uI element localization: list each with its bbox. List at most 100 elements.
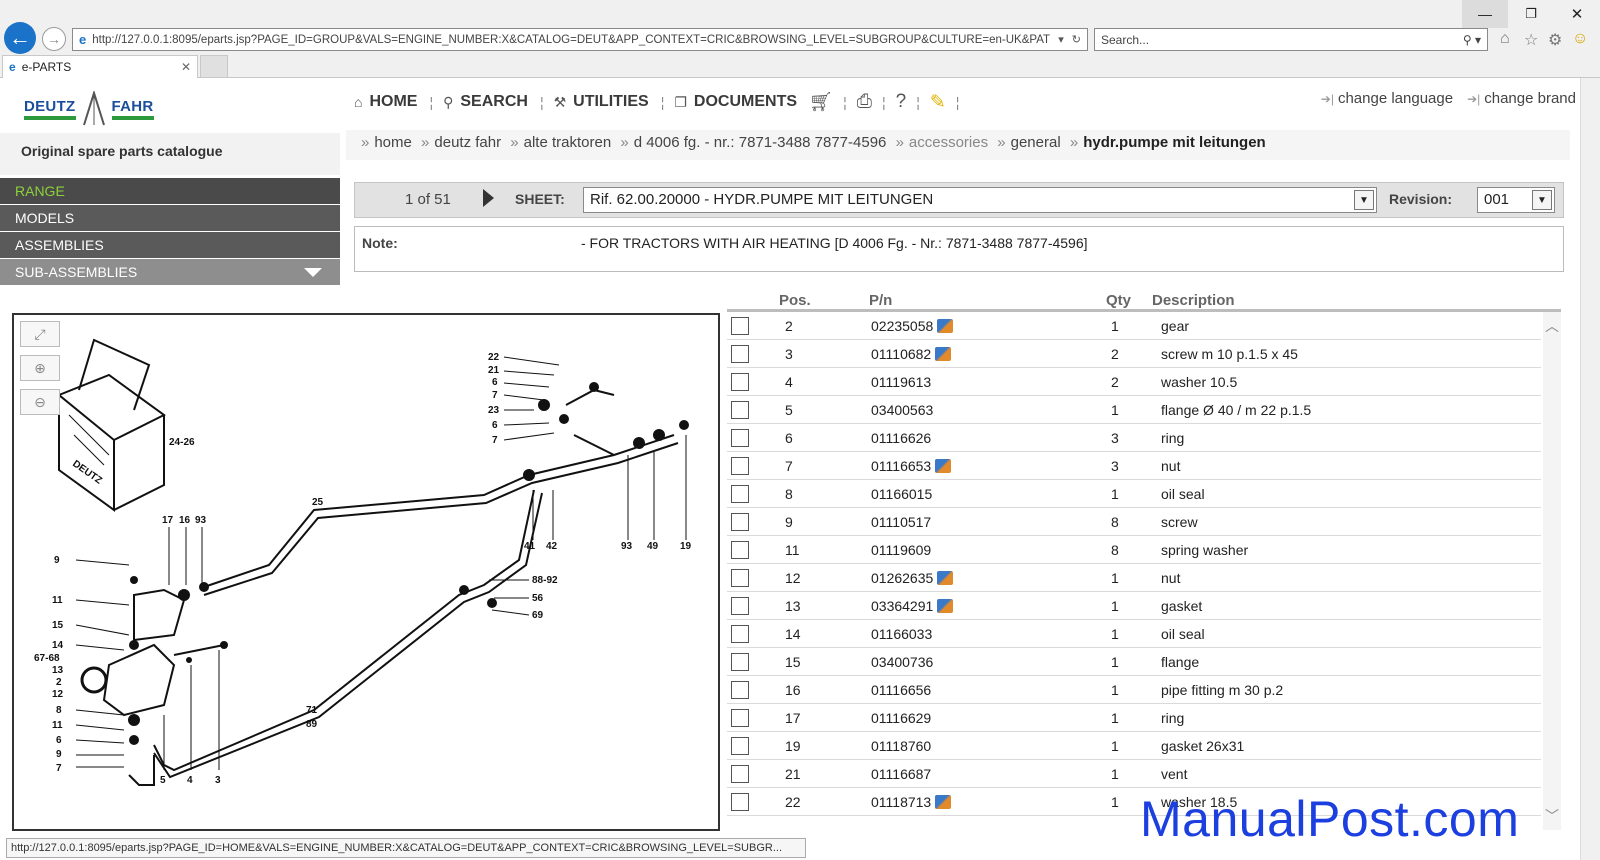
row-checkbox[interactable] [731,737,749,755]
address-bar[interactable]: e http://127.0.0.1:8095/eparts.jsp?PAGE_… [72,28,1088,51]
drawing-callout[interactable]: 6 [492,420,498,431]
chevron-down-icon[interactable]: ▼ [1532,190,1552,210]
browser-tab[interactable]: e e-PARTS ✕ [2,55,198,78]
cell-pn[interactable]: 01116656 [871,682,931,698]
parts-drawing-svg[interactable]: DEUTZ 24-26 22 21 6 7 23 6 7 25 41 42 93… [14,315,718,829]
cell-pn[interactable]: 03364291 [871,598,954,614]
window-restore-button[interactable]: ❐ [1508,0,1554,28]
nav-models[interactable]: MODELS [0,205,340,231]
cell-pn-text[interactable]: 01110682 [871,346,931,362]
row-checkbox[interactable] [731,793,749,811]
table-scrollbar[interactable]: ︿ ﹀ [1543,312,1561,830]
cell-pn[interactable]: 01262635 [871,570,954,586]
drawing-callout[interactable]: 93 [195,515,207,526]
notes-edit-icon[interactable]: ✎ [930,91,946,114]
menu-utilities[interactable]: ⚒ UTILITIES [554,93,649,111]
table-row[interactable]: 13 03364291 1 gasket [727,592,1541,620]
cell-pn[interactable]: 01118760 [871,738,931,754]
table-row[interactable]: 19 01118760 1 gasket 26x31 [727,732,1541,760]
drawing-callout[interactable]: 12 [52,689,64,700]
cell-pn-text[interactable]: 02235058 [871,318,933,334]
drawing-callout[interactable]: 41 [524,541,536,552]
cell-pn-text[interactable]: 01116687 [871,766,931,782]
drawing-callout[interactable]: 17 [162,515,174,526]
cell-pn[interactable]: 01116653 [871,458,952,474]
drawing-callout[interactable]: 11 [52,595,63,606]
row-checkbox[interactable] [731,709,749,727]
cell-pn-text[interactable]: 01119613 [871,374,931,390]
drawing-callout[interactable]: 6 [56,735,62,746]
cart-icon[interactable]: 🛒︎ [809,90,833,114]
drawing-callout[interactable]: 9 [54,555,60,566]
drawing-callout[interactable]: 49 [647,541,659,552]
new-tab-button[interactable] [200,55,228,77]
table-row[interactable]: 14 01166033 1 oil seal [727,620,1541,648]
drawing-callout[interactable]: 56 [532,593,544,604]
row-checkbox[interactable] [731,653,749,671]
home-icon[interactable]: ⌂ [1500,30,1510,48]
fit-page-icon[interactable]: ⤢ [20,321,60,347]
cell-pn[interactable]: 03400736 [871,654,933,670]
drawing-callout[interactable]: 15 [52,620,64,631]
nav-assemblies[interactable]: ASSEMBLIES [0,232,340,258]
crumb-subgroup[interactable]: general [1011,134,1061,151]
cell-pn[interactable]: 01166033 [871,626,932,642]
menu-search[interactable]: ⚲ SEARCH [443,93,528,111]
table-row[interactable]: 6 01116626 3 ring [727,424,1541,452]
row-checkbox[interactable] [731,681,749,699]
help-icon[interactable]: ? [896,91,907,113]
drawing-callout[interactable]: 21 [488,365,500,376]
table-row[interactable]: 7 01116653 3 nut [727,452,1541,480]
table-row[interactable]: 4 01119613 2 washer 10.5 [727,368,1541,396]
row-checkbox[interactable] [731,541,749,559]
row-checkbox[interactable] [731,317,749,335]
cell-pn-text[interactable]: 01119609 [871,542,931,558]
drawing-callout[interactable]: 22 [488,352,500,363]
cell-pn-text[interactable]: 01166015 [871,486,932,502]
cell-pn-text[interactable]: 01110517 [871,514,931,530]
cell-pn-text[interactable]: 03400736 [871,654,933,670]
nav-subassemblies[interactable]: SUB-ASSEMBLIES [0,259,340,285]
row-checkbox[interactable] [731,569,749,587]
forward-button[interactable]: → [42,27,66,51]
cell-pn[interactable]: 01110682 [871,346,952,362]
table-row[interactable]: 21 01116687 1 vent [727,760,1541,788]
drawing-callout[interactable]: 6 [492,377,498,388]
table-row[interactable]: 11 01119609 8 spring washer [727,536,1541,564]
search-icon[interactable]: ⚲ ▾ [1463,33,1481,47]
browser-search-input[interactable]: Search... ⚲ ▾ [1094,28,1488,51]
drawing-callout[interactable]: 4 [187,775,193,786]
cell-pn-text[interactable]: 01116629 [871,710,931,726]
drawing-callout[interactable]: 11 [52,720,63,731]
window-close-button[interactable]: ✕ [1554,0,1600,28]
address-dropdown-icon[interactable]: ▾ [1058,33,1064,46]
crumb-group[interactable]: accessories [909,134,988,151]
expand-triangle-icon[interactable] [304,268,322,277]
table-row[interactable]: 15 03400736 1 flange [727,648,1541,676]
add-to-cart-icon[interactable] [937,571,954,585]
change-language-link[interactable]: change language [1338,90,1453,107]
row-checkbox[interactable] [731,513,749,531]
drawing-callout[interactable]: 3 [215,775,221,786]
settings-gear-icon[interactable]: ⚙ [1548,30,1562,50]
drawing-callout[interactable]: 8 [56,705,62,716]
drawing-callout[interactable]: 71 [306,705,318,716]
zoom-in-icon[interactable]: ⊕ [20,355,60,381]
cell-pn[interactable]: 01110517 [871,514,931,530]
zoom-out-icon[interactable]: ⊖ [20,389,60,415]
drawing-callout[interactable]: 88-92 [532,575,558,586]
window-minimize-button[interactable]: — [1462,0,1508,28]
add-to-cart-icon[interactable] [935,795,952,809]
row-checkbox[interactable] [731,625,749,643]
cell-pn[interactable]: 01119613 [871,374,931,390]
menu-home[interactable]: ⌂ HOME [354,93,417,111]
crumb-brand[interactable]: deutz fahr [434,134,501,151]
brand-logo[interactable]: DEUTZ FAHR [24,90,174,128]
drawing-callout[interactable]: 7 [492,390,498,401]
add-to-cart-icon[interactable] [937,319,954,333]
table-row[interactable]: 9 01110517 8 screw [727,508,1541,536]
page-scrollbar[interactable] [1580,78,1600,860]
row-checkbox[interactable] [731,401,749,419]
print-icon[interactable]: ⎙ [857,91,872,113]
drawing-callout[interactable]: 67-68 [34,653,60,664]
